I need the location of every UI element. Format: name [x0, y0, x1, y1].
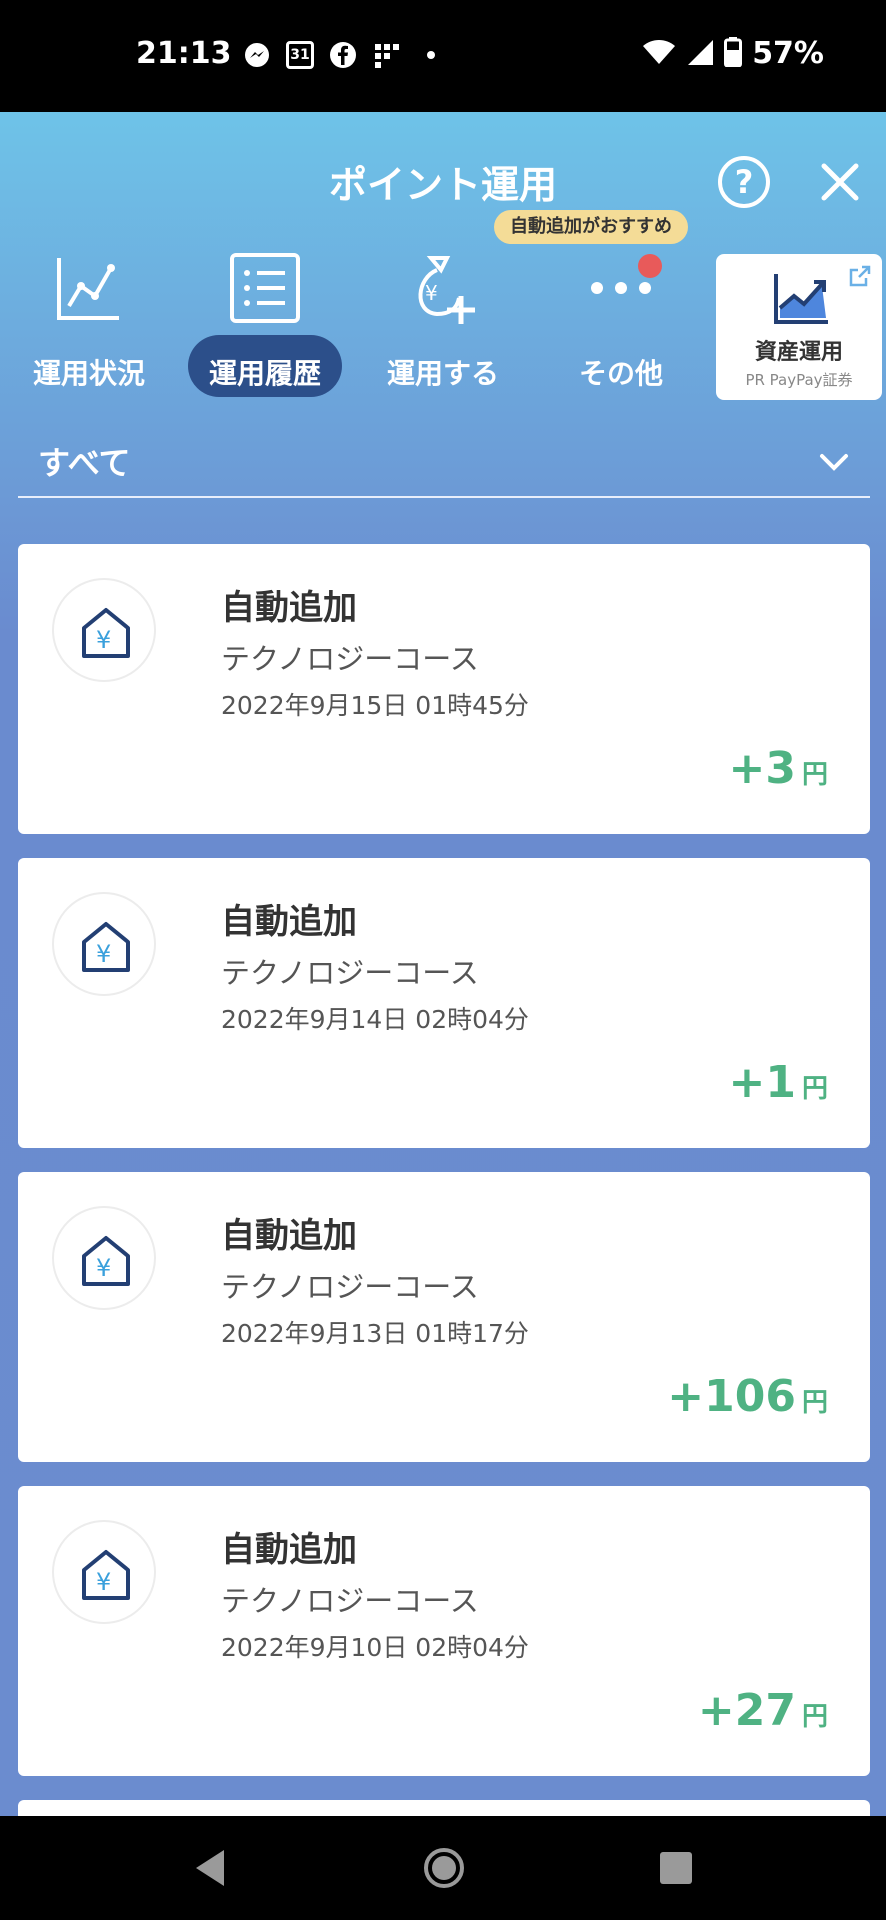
wifi-icon: [642, 38, 676, 70]
status-bar: 21:13 31 57%: [0, 0, 886, 112]
svg-text:¥: ¥: [96, 1254, 111, 1282]
close-button[interactable]: [816, 158, 864, 206]
recommend-tooltip: 自動追加がおすすめ: [494, 210, 688, 244]
tab-history-label: 運用履歴: [208, 357, 321, 390]
close-icon: [821, 163, 859, 201]
asset-card-title: 資産運用: [754, 340, 843, 365]
point-investment-screen: ポイント運用 ? 自動追加がおすすめ 運用状況 運用履歴 ¥ 運用する その他 …: [0, 112, 886, 1816]
card-amount: +1 円: [728, 1057, 829, 1108]
history-card-partial[interactable]: [18, 1800, 870, 1816]
card-icon: ¥: [52, 892, 156, 996]
card-title: 自動追加: [221, 1530, 357, 1570]
history-card[interactable]: ¥ 自動追加 テクノロジーコース 2022年9月14日 02時04分 +1 円: [18, 858, 870, 1148]
tab-status-label: 運用状況: [32, 357, 145, 390]
tab-status[interactable]: 運用状況: [4, 248, 174, 408]
card-date: 2022年9月13日 01時17分: [221, 1319, 529, 1348]
signal-icon: [686, 38, 714, 70]
card-icon: ¥: [52, 1520, 156, 1624]
svg-text:¥: ¥: [96, 940, 111, 968]
card-course: テクノロジーコース: [221, 642, 479, 676]
svg-text:¥: ¥: [96, 626, 111, 654]
external-link-icon: [849, 265, 871, 287]
battery-percent: 57%: [752, 36, 824, 71]
card-icon: ¥: [52, 1206, 156, 1310]
card-date: 2022年9月15日 01時45分: [221, 691, 529, 720]
tab-invest[interactable]: ¥ 運用する: [358, 248, 528, 408]
house-yen-icon: ¥: [82, 922, 130, 972]
card-course: テクノロジーコース: [221, 956, 479, 990]
system-status: 57%: [642, 36, 824, 71]
tab-invest-label: 運用する: [386, 357, 499, 390]
chevron-down-icon: [820, 454, 848, 471]
battery-icon: [724, 36, 743, 71]
asset-management-card[interactable]: 資産運用 PR PayPay証券: [716, 254, 882, 400]
status-time: 21:13: [136, 36, 232, 71]
card-title: 自動追加: [221, 588, 357, 628]
house-yen-icon: ¥: [82, 1550, 130, 1600]
chart-line-icon: [57, 258, 119, 320]
history-card[interactable]: ¥ 自動追加 テクノロジーコース 2022年9月15日 01時45分 +3 円: [18, 544, 870, 834]
tab-other[interactable]: その他: [536, 248, 706, 408]
svg-text:¥: ¥: [96, 1568, 111, 1596]
list-icon: [230, 253, 300, 323]
asset-card-subtitle: PR PayPay証券: [745, 371, 853, 389]
card-title: 自動追加: [221, 1216, 357, 1256]
filter-label: すべて: [38, 444, 131, 482]
system-navigation-bar: [0, 1816, 886, 1920]
house-yen-icon: ¥: [82, 608, 130, 658]
card-course: テクノロジーコース: [221, 1584, 479, 1618]
tab-history[interactable]: 運用履歴: [188, 248, 358, 408]
recents-icon[interactable]: [656, 1846, 696, 1890]
history-card[interactable]: ¥ 自動追加 テクノロジーコース 2022年9月13日 01時17分 +106 円: [18, 1172, 870, 1462]
card-amount: +106 円: [667, 1371, 828, 1422]
back-icon[interactable]: [190, 1846, 230, 1890]
card-title: 自動追加: [221, 902, 357, 942]
notification-icons: 31: [242, 40, 446, 70]
house-yen-icon: ¥: [82, 1236, 130, 1286]
card-date: 2022年9月14日 02時04分: [221, 1005, 529, 1034]
filter-dropdown[interactable]: すべて: [18, 428, 870, 498]
card-amount: +27 円: [697, 1685, 828, 1736]
history-card[interactable]: ¥ 自動追加 テクノロジーコース 2022年9月10日 02時04分 +27 円: [18, 1486, 870, 1776]
svg-text:¥: ¥: [425, 281, 438, 305]
grid-app-icon: [372, 40, 402, 70]
messenger-icon: [242, 40, 272, 70]
card-course: テクノロジーコース: [221, 1270, 479, 1304]
facebook-icon: [328, 40, 358, 70]
card-date: 2022年9月10日 02時04分: [221, 1633, 529, 1662]
home-icon[interactable]: [422, 1846, 466, 1890]
tab-other-label: その他: [578, 357, 663, 390]
calendar-icon: 31: [286, 41, 314, 69]
card-icon: ¥: [52, 578, 156, 682]
money-bag-plus-icon: ¥: [418, 256, 475, 324]
card-amount: +3 円: [728, 743, 829, 794]
dot-icon: [416, 40, 446, 70]
trend-chart-icon: [774, 274, 828, 324]
help-button[interactable]: ?: [718, 156, 770, 208]
notification-dot: [638, 254, 662, 278]
